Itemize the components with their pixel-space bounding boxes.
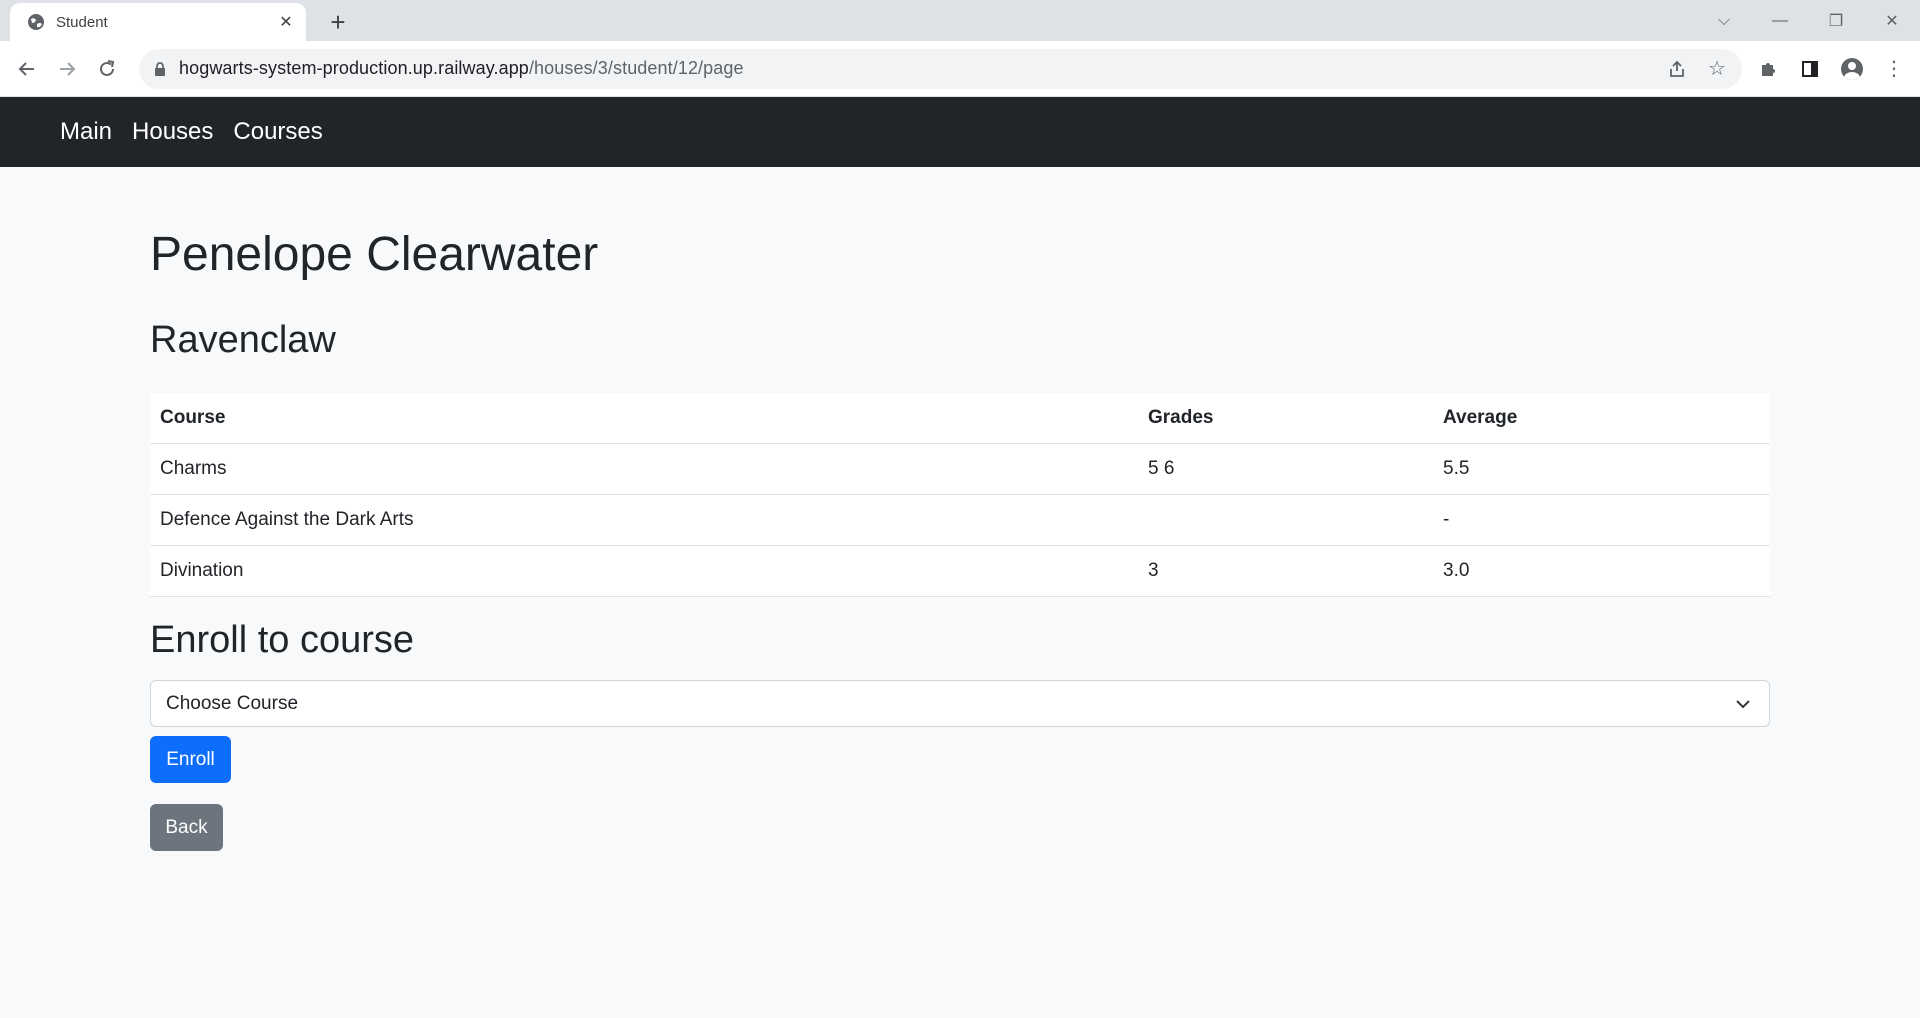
url-path: /houses/3/student/12/page <box>528 58 744 78</box>
site-navbar: Main Houses Courses <box>0 97 1920 167</box>
table-header-row: Course Grades Average <box>150 393 1770 444</box>
new-tab-button[interactable]: + <box>324 7 352 37</box>
table-row: Divination 3 3.0 <box>150 545 1770 597</box>
url-text: hogwarts-system-production.up.railway.ap… <box>179 58 744 79</box>
chevron-down-icon <box>1733 694 1753 714</box>
cell-course: Charms <box>150 443 1138 495</box>
course-select[interactable]: Choose Course <box>150 680 1770 727</box>
house-name: Ravenclaw <box>150 319 336 361</box>
back-arrow-icon[interactable] <box>7 49 47 89</box>
browser-tab[interactable]: Student ✕ <box>10 3 306 41</box>
browser-tab-bar: Student ✕ + ⌵ — ❐ ✕ <box>0 0 1920 41</box>
column-header-course: Course <box>150 393 1138 444</box>
course-select-value: Choose Course <box>166 692 299 714</box>
url-domain: hogwarts-system-production.up.railway.ap… <box>179 58 529 78</box>
table-row: Defence Against the Dark Arts - <box>150 494 1770 546</box>
nav-link-houses[interactable]: Houses <box>132 118 213 146</box>
enroll-button[interactable]: Enroll <box>150 736 231 783</box>
nav-link-main[interactable]: Main <box>60 118 112 146</box>
student-name: Penelope Clearwater <box>150 228 599 281</box>
table-row: Charms 5 6 5.5 <box>150 443 1770 495</box>
close-tab-icon[interactable]: ✕ <box>276 12 296 32</box>
restore-button[interactable]: ❐ <box>1808 0 1864 41</box>
browser-toolbar: hogwarts-system-production.up.railway.ap… <box>0 41 1920 97</box>
column-header-average: Average <box>1433 393 1770 444</box>
cell-course: Divination <box>150 545 1138 597</box>
reload-icon[interactable] <box>87 49 127 89</box>
puzzle-icon[interactable] <box>1750 51 1786 87</box>
back-button[interactable]: Back <box>150 804 223 851</box>
close-window-button[interactable]: ✕ <box>1864 0 1920 41</box>
share-icon[interactable] <box>1664 56 1690 82</box>
address-bar[interactable]: hogwarts-system-production.up.railway.ap… <box>139 48 1742 89</box>
star-icon[interactable]: ☆ <box>1704 56 1730 82</box>
cell-grades: 5 6 <box>1138 443 1433 495</box>
cell-average: 5.5 <box>1433 443 1770 495</box>
tab-search-icon[interactable]: ⌵ <box>1696 0 1752 41</box>
cell-grades: 3 <box>1138 545 1433 597</box>
globe-icon <box>26 12 46 32</box>
column-header-grades: Grades <box>1138 393 1433 444</box>
side-panel-icon[interactable] <box>1792 51 1828 87</box>
grades-table: Course Grades Average Charms 5 6 5.5 Def… <box>150 393 1770 597</box>
profile-icon[interactable] <box>1834 51 1870 87</box>
lock-icon <box>153 61 167 76</box>
cell-course: Defence Against the Dark Arts <box>150 494 1138 546</box>
enroll-heading: Enroll to course <box>150 619 415 661</box>
kebab-menu-icon[interactable]: ⋮ <box>1876 51 1912 87</box>
nav-link-courses[interactable]: Courses <box>233 118 322 146</box>
forward-arrow-icon[interactable] <box>47 49 87 89</box>
cell-average: 3.0 <box>1433 545 1770 597</box>
cell-grades <box>1138 494 1433 546</box>
cell-average: - <box>1433 494 1770 546</box>
minimize-button[interactable]: — <box>1752 0 1808 41</box>
tab-title: Student <box>56 13 108 31</box>
